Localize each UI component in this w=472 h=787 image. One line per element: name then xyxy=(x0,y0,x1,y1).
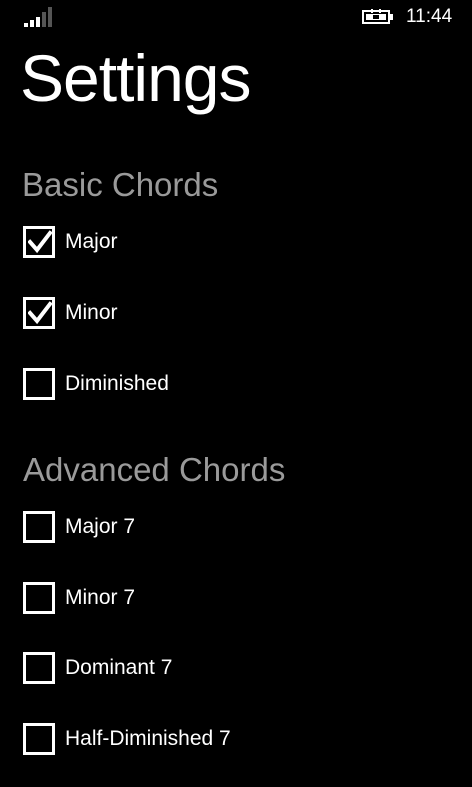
checkbox-row-major[interactable]: Major xyxy=(23,224,443,260)
checkmark-icon xyxy=(28,230,52,254)
signal-strength-icon xyxy=(24,7,52,27)
checkbox-label-diminished: Diminished xyxy=(65,372,169,395)
checkbox-major[interactable] xyxy=(23,226,55,258)
checkmark-icon xyxy=(28,301,52,325)
section-title-basic-chords: Basic Chords xyxy=(22,166,219,203)
checkbox-minor-7[interactable] xyxy=(23,582,55,614)
checkbox-label-dominant-7: Dominant 7 xyxy=(65,656,173,679)
checkbox-label-major-7: Major 7 xyxy=(65,515,136,538)
checkbox-half-diminished-7[interactable] xyxy=(23,723,55,755)
checkbox-major-7[interactable] xyxy=(23,511,55,543)
checkbox-dominant-7[interactable] xyxy=(23,652,55,684)
checkbox-row-diminished[interactable]: Diminished xyxy=(23,366,443,402)
checkbox-row-half-diminished-7[interactable]: Half-Diminished 7 xyxy=(23,721,443,757)
checkbox-row-minor[interactable]: Minor xyxy=(23,295,443,331)
checkbox-label-minor-7: Minor 7 xyxy=(65,586,136,609)
battery-charging-icon xyxy=(362,9,393,24)
checkbox-label-minor: Minor xyxy=(65,301,118,324)
page-title: Settings xyxy=(20,41,251,115)
checkbox-label-half-diminished-7: Half-Diminished 7 xyxy=(65,727,231,750)
checkbox-diminished[interactable] xyxy=(23,368,55,400)
checkbox-label-major: Major xyxy=(65,230,118,253)
checkbox-row-dominant-7[interactable]: Dominant 7 xyxy=(23,650,443,686)
status-time: 11:44 xyxy=(406,6,453,27)
checkbox-minor[interactable] xyxy=(23,297,55,329)
status-bar: 11:44 xyxy=(0,0,472,34)
checkbox-row-minor-7[interactable]: Minor 7 xyxy=(23,580,443,616)
section-title-advanced-chords: Advanced Chords xyxy=(23,451,286,488)
checkbox-row-major-7[interactable]: Major 7 xyxy=(23,509,443,545)
